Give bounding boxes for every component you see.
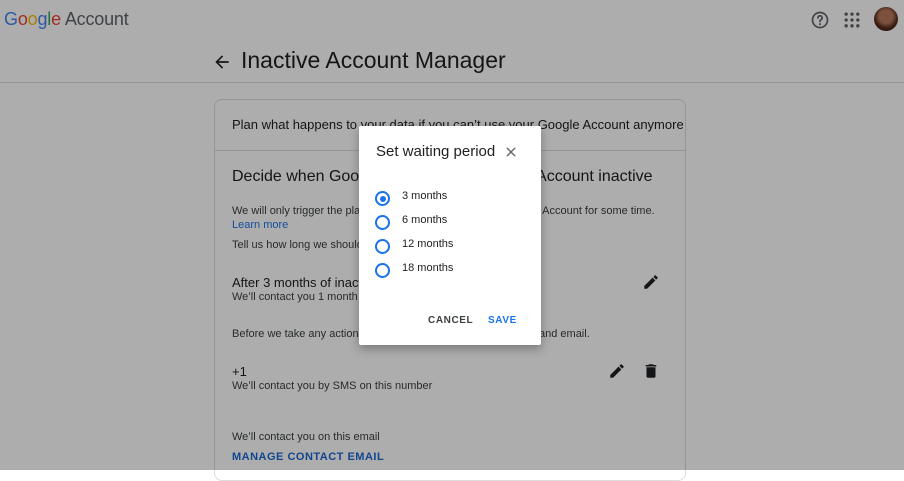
save-button[interactable]: SAVE bbox=[488, 315, 517, 326]
radio-button[interactable] bbox=[375, 239, 390, 254]
set-waiting-period-dialog: Set waiting period 3 months 6 months 12 … bbox=[359, 126, 541, 345]
radio-label: 18 months bbox=[402, 262, 454, 274]
dialog-title: Set waiting period bbox=[376, 143, 496, 160]
radio-button-selected[interactable] bbox=[375, 191, 390, 206]
radio-selected-dot bbox=[379, 195, 386, 202]
close-icon[interactable] bbox=[503, 144, 519, 160]
radio-option-18-months[interactable]: 18 months bbox=[375, 261, 525, 279]
radio-option-3-months[interactable]: 3 months bbox=[375, 189, 525, 207]
radio-button[interactable] bbox=[375, 215, 390, 230]
radio-label: 3 months bbox=[402, 190, 448, 202]
radio-label: 12 months bbox=[402, 238, 454, 250]
radio-option-12-months[interactable]: 12 months bbox=[375, 237, 525, 255]
radio-button[interactable] bbox=[375, 263, 390, 278]
radio-label: 6 months bbox=[402, 214, 448, 226]
radio-option-6-months[interactable]: 6 months bbox=[375, 213, 525, 231]
cancel-button[interactable]: CANCEL bbox=[428, 315, 473, 326]
